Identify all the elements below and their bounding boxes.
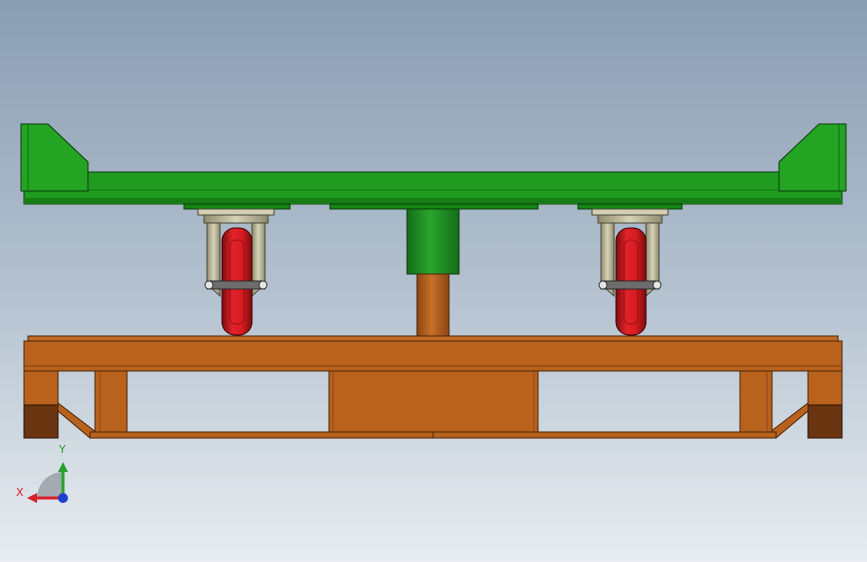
base-frame[interactable] (23, 335, 843, 439)
triad-plane-quadrant (37, 472, 63, 498)
y-axis-label: Y (59, 443, 66, 456)
z-axis-dot (58, 493, 68, 503)
cad-viewport[interactable]: X Y (0, 0, 867, 562)
cad-model-view (20, 123, 847, 503)
lift-cylinder[interactable] (406, 208, 460, 339)
caster-wheel-right[interactable] (591, 208, 669, 336)
caster-wheel-left[interactable] (197, 208, 275, 336)
x-axis-label: X (16, 486, 24, 499)
cart-platform[interactable] (20, 123, 847, 210)
coordinate-triad (27, 462, 68, 503)
